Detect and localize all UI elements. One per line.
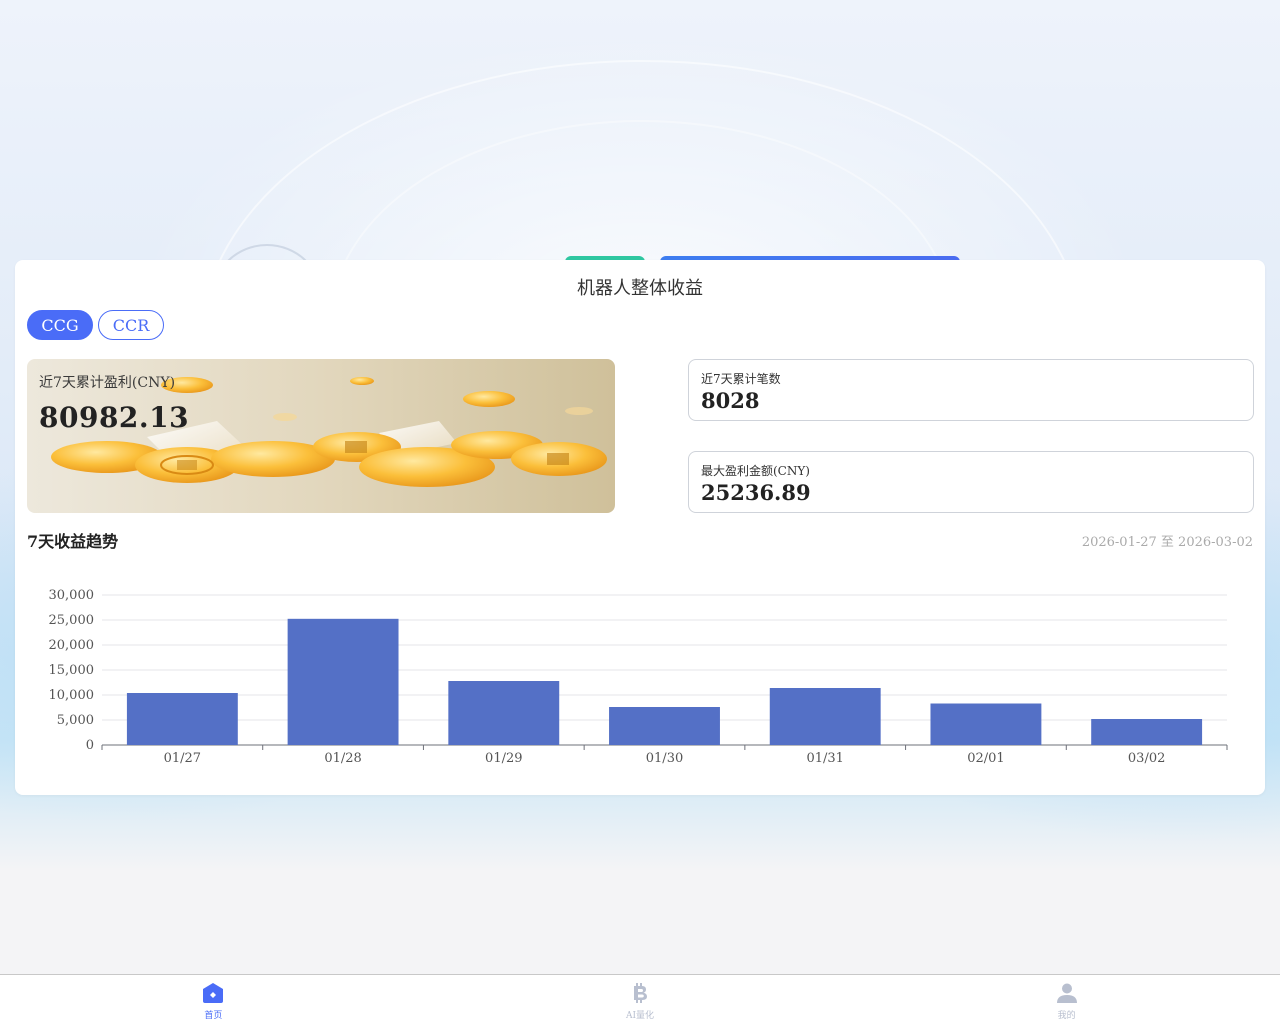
stat-max-profit-value: 25236.89 (701, 480, 811, 505)
chart-x-tick-label: 01/28 (324, 751, 361, 766)
chart-y-tick-label: 25,000 (49, 613, 95, 628)
chart-bar (1091, 719, 1203, 745)
robot-earnings-card: 机器人整体收益 CCG CCR 近7天累计盈利(CNY) 80982.13 近7… (15, 260, 1265, 795)
profit-banner-value: 80982.13 (39, 401, 190, 434)
chart-y-tick-label: 20,000 (49, 638, 95, 653)
nav-item-label: AI量化 (625, 1011, 655, 1021)
chart-x-tick-label: 03/02 (1128, 751, 1165, 766)
user-icon (1056, 983, 1077, 1003)
home-icon (203, 983, 224, 1003)
chart-y-tick-label: 0 (86, 738, 94, 753)
chart-bar (930, 703, 1042, 745)
chart-bar (769, 688, 881, 745)
bottom-nav: 首页 AI量化 我的 (0, 974, 1280, 1024)
chart-bar (609, 707, 720, 745)
chart-x-tick-label: 01/31 (806, 751, 843, 766)
chart-x-tick-label: 02/01 (967, 751, 1004, 766)
stat-max-profit-label: 最大盈利金额(CNY) (701, 464, 810, 478)
nav-item-label: 我的 (1057, 1011, 1076, 1021)
chart-bar (287, 618, 399, 745)
stat-trade-count-label: 近7天累计笔数 (701, 372, 781, 386)
strategy-tabs: CCG CCR (27, 310, 164, 340)
chart-x-tick-label: 01/29 (485, 751, 522, 766)
trend-title: 7天收益趋势 (27, 532, 119, 551)
profit-banner: 近7天累计盈利(CNY) 80982.13 (27, 359, 615, 513)
card-title: 机器人整体收益 (577, 278, 703, 299)
nav-item-home[interactable]: 首页 (0, 975, 427, 1024)
chart-y-tick-label: 30,000 (49, 588, 95, 603)
nav-item-label: 首页 (204, 1011, 223, 1021)
tab-ccr[interactable]: CCR (98, 310, 164, 340)
chart-x-tick-label: 01/30 (646, 751, 683, 766)
nav-item-profile[interactable]: 我的 (853, 975, 1280, 1024)
stat-trade-count-value: 8028 (701, 388, 760, 413)
trend-date-range: 2026-01-27 至 2026-03-02 (1081, 535, 1253, 550)
nav-item-ai-quant[interactable]: AI量化 (427, 975, 854, 1024)
chart-bar (126, 693, 238, 745)
chart-bar (448, 681, 560, 745)
chart-y-tick-label: 5,000 (57, 713, 94, 728)
stat-max-profit: 最大盈利金额(CNY) 25236.89 (688, 451, 1254, 513)
stat-trade-count: 近7天累计笔数 8028 (688, 359, 1254, 421)
chart-y-tick-label: 15,000 (49, 663, 95, 678)
tab-ccg[interactable]: CCG (27, 310, 93, 340)
chart-y-tick-label: 10,000 (49, 688, 95, 703)
profit-banner-label: 近7天累计盈利(CNY) (39, 375, 176, 391)
chart-x-tick-label: 01/27 (164, 751, 201, 766)
bitcoin-icon (634, 983, 647, 1003)
earnings-bar-chart: 0 5,000 10,000 15,000 20,000 25,000 30,000 01/2… (49, 588, 1228, 766)
